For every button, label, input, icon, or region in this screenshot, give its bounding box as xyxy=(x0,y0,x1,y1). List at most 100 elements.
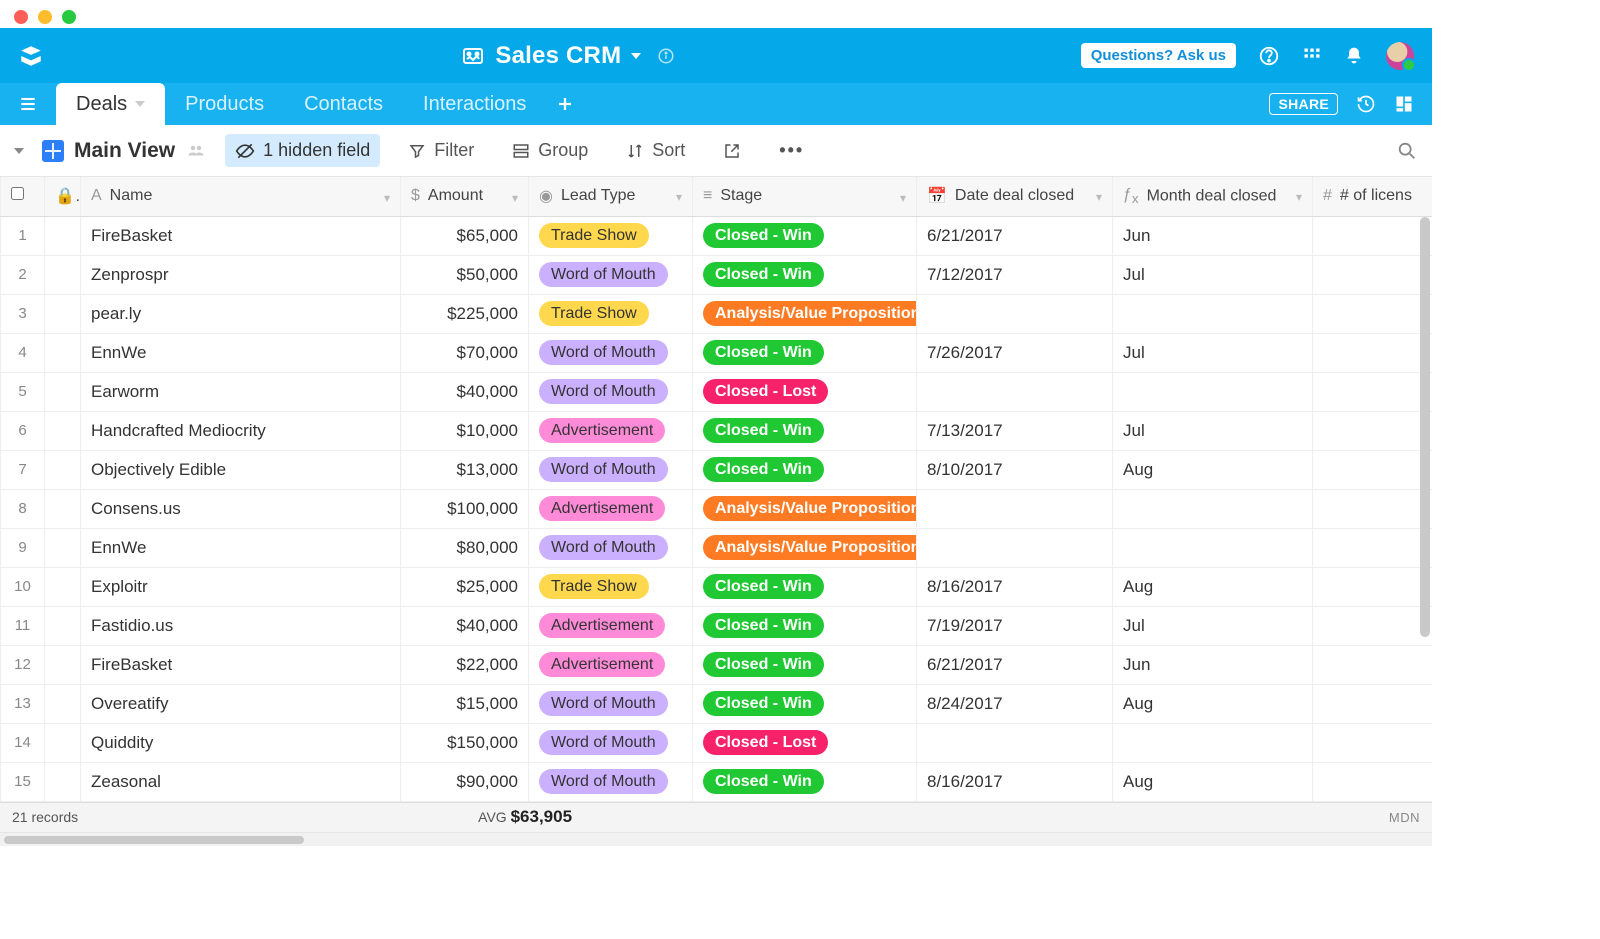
expand-cell[interactable] xyxy=(45,528,81,567)
cell-month-closed[interactable] xyxy=(1113,372,1313,411)
cell-date-closed[interactable]: 7/13/2017 xyxy=(917,411,1113,450)
view-switcher[interactable]: Main View xyxy=(42,139,207,163)
cell-month-closed[interactable]: Aug xyxy=(1113,762,1313,801)
cell-licenses[interactable] xyxy=(1313,723,1433,762)
cell-month-closed[interactable] xyxy=(1113,723,1313,762)
help-icon[interactable] xyxy=(1258,45,1280,67)
expand-cell[interactable] xyxy=(45,606,81,645)
cell-stage[interactable]: Closed - Win xyxy=(693,567,917,606)
expand-cell[interactable] xyxy=(45,294,81,333)
cell-name[interactable]: EnnWe xyxy=(81,333,401,372)
cell-month-closed[interactable]: Jul xyxy=(1113,411,1313,450)
row-number[interactable]: 12 xyxy=(1,645,45,684)
expand-cell[interactable] xyxy=(45,216,81,255)
view-menu-dropdown-icon[interactable] xyxy=(14,148,24,154)
cell-amount[interactable]: $150,000 xyxy=(401,723,529,762)
cell-amount[interactable]: $80,000 xyxy=(401,528,529,567)
cell-amount[interactable]: $50,000 xyxy=(401,255,529,294)
more-options-icon[interactable]: ••• xyxy=(769,134,814,167)
share-view-icon[interactable] xyxy=(713,136,751,166)
table-row[interactable]: 1FireBasket$65,000Trade ShowClosed - Win… xyxy=(1,216,1433,255)
cell-name[interactable]: Overeatify xyxy=(81,684,401,723)
column-licenses[interactable]: ## of licens xyxy=(1313,177,1433,216)
expand-cell[interactable] xyxy=(45,567,81,606)
cell-lead-type[interactable]: Word of Mouth xyxy=(529,450,693,489)
summary-right[interactable]: MDN xyxy=(1389,810,1420,825)
row-number[interactable]: 7 xyxy=(1,450,45,489)
cell-month-closed[interactable]: Jul xyxy=(1113,606,1313,645)
expand-cell[interactable] xyxy=(45,372,81,411)
expand-cell[interactable] xyxy=(45,255,81,294)
cell-lead-type[interactable]: Word of Mouth xyxy=(529,333,693,372)
table-row[interactable]: 15Zeasonal$90,000Word of MouthClosed - W… xyxy=(1,762,1433,801)
user-avatar[interactable] xyxy=(1386,42,1414,70)
expand-cell[interactable] xyxy=(45,411,81,450)
table-row[interactable]: 10Exploitr$25,000Trade ShowClosed - Win8… xyxy=(1,567,1433,606)
cell-name[interactable]: pear.ly xyxy=(81,294,401,333)
cell-lead-type[interactable]: Trade Show xyxy=(529,216,693,255)
expand-cell[interactable] xyxy=(45,489,81,528)
row-number[interactable]: 5 xyxy=(1,372,45,411)
blocks-icon[interactable] xyxy=(1394,94,1414,114)
cell-month-closed[interactable] xyxy=(1113,489,1313,528)
sidebar-toggle-icon[interactable] xyxy=(18,94,38,114)
cell-amount[interactable]: $25,000 xyxy=(401,567,529,606)
group-button[interactable]: Group xyxy=(502,134,598,167)
cell-lead-type[interactable]: Advertisement xyxy=(529,489,693,528)
table-row[interactable]: 3pear.ly$225,000Trade ShowAnalysis/Value… xyxy=(1,294,1433,333)
cell-amount[interactable]: $22,000 xyxy=(401,645,529,684)
add-table-button[interactable] xyxy=(556,95,574,113)
cell-licenses[interactable] xyxy=(1313,333,1433,372)
cell-licenses[interactable] xyxy=(1313,255,1433,294)
close-window[interactable] xyxy=(14,10,28,24)
cell-name[interactable]: Exploitr xyxy=(81,567,401,606)
cell-date-closed[interactable]: 7/26/2017 xyxy=(917,333,1113,372)
expand-cell[interactable] xyxy=(45,450,81,489)
column-lead-type[interactable]: ◉Lead Type▾ xyxy=(529,177,693,216)
tab-deals[interactable]: Deals xyxy=(56,83,165,125)
cell-month-closed[interactable] xyxy=(1113,294,1313,333)
row-number[interactable]: 1 xyxy=(1,216,45,255)
cell-name[interactable]: FireBasket xyxy=(81,216,401,255)
cell-amount[interactable]: $10,000 xyxy=(401,411,529,450)
cell-month-closed[interactable]: Jul xyxy=(1113,333,1313,372)
select-all-checkbox[interactable] xyxy=(1,177,45,216)
cell-amount[interactable]: $90,000 xyxy=(401,762,529,801)
table-row[interactable]: 4EnnWe$70,000Word of MouthClosed - Win7/… xyxy=(1,333,1433,372)
expand-cell[interactable] xyxy=(45,684,81,723)
cell-lead-type[interactable]: Word of Mouth xyxy=(529,372,693,411)
cell-name[interactable]: Consens.us xyxy=(81,489,401,528)
cell-licenses[interactable] xyxy=(1313,450,1433,489)
cell-licenses[interactable] xyxy=(1313,528,1433,567)
tab-products[interactable]: Products xyxy=(165,83,284,125)
column-date-closed[interactable]: 📅Date deal closed▾ xyxy=(917,177,1113,216)
cell-month-closed[interactable] xyxy=(1113,528,1313,567)
table-row[interactable]: 2Zenprospr$50,000Word of MouthClosed - W… xyxy=(1,255,1433,294)
tab-interactions[interactable]: Interactions xyxy=(403,83,546,125)
cell-stage[interactable]: Closed - Win xyxy=(693,411,917,450)
column-amount[interactable]: $Amount▾ xyxy=(401,177,529,216)
cell-licenses[interactable] xyxy=(1313,489,1433,528)
column-name[interactable]: AName▾ xyxy=(81,177,401,216)
row-number[interactable]: 14 xyxy=(1,723,45,762)
cell-date-closed[interactable]: 7/12/2017 xyxy=(917,255,1113,294)
horizontal-scrollbar[interactable] xyxy=(0,832,1432,846)
cell-stage[interactable]: Analysis/Value Proposition xyxy=(693,528,917,567)
cell-licenses[interactable] xyxy=(1313,645,1433,684)
cell-stage[interactable]: Closed - Lost xyxy=(693,723,917,762)
cell-month-closed[interactable]: Aug xyxy=(1113,684,1313,723)
cell-stage[interactable]: Closed - Win xyxy=(693,645,917,684)
share-button[interactable]: SHARE xyxy=(1269,93,1338,115)
cell-stage[interactable]: Closed - Win xyxy=(693,255,917,294)
column-stage[interactable]: ≡Stage▾ xyxy=(693,177,917,216)
cell-date-closed[interactable]: 7/19/2017 xyxy=(917,606,1113,645)
minimize-window[interactable] xyxy=(38,10,52,24)
cell-stage[interactable]: Analysis/Value Proposition xyxy=(693,294,917,333)
cell-name[interactable]: Zeasonal xyxy=(81,762,401,801)
cell-licenses[interactable] xyxy=(1313,216,1433,255)
cell-name[interactable]: Handcrafted Mediocrity xyxy=(81,411,401,450)
cell-date-closed[interactable]: 8/16/2017 xyxy=(917,567,1113,606)
apps-icon[interactable] xyxy=(1302,46,1322,66)
cell-name[interactable]: Quiddity xyxy=(81,723,401,762)
cell-month-closed[interactable]: Jun xyxy=(1113,645,1313,684)
